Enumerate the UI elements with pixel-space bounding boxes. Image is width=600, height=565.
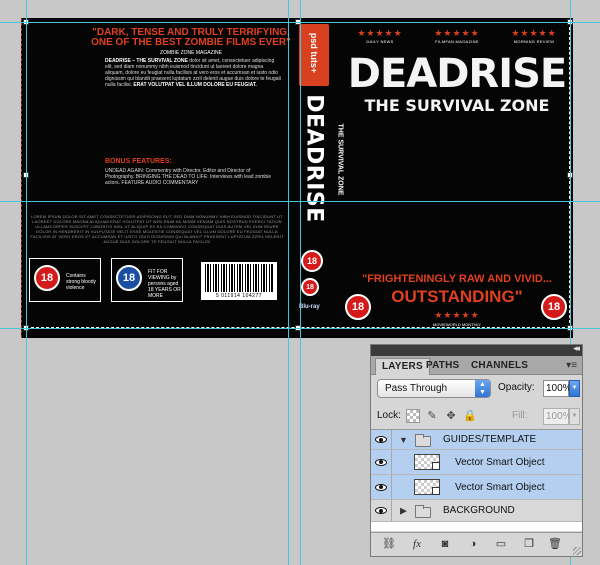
fx-icon[interactable]: fx (409, 537, 425, 551)
layers-list: ▼ GUIDES/TEMPLATE Vector Smart Object Ve… (371, 429, 582, 531)
adjustment-icon[interactable]: ◑ (465, 537, 481, 551)
guide-horizontal[interactable] (0, 201, 600, 202)
mask-icon[interactable]: ◙ (437, 537, 453, 551)
lock-move-icon[interactable]: ✥ (444, 409, 458, 423)
layer-name: Vector Smart Object (455, 457, 545, 468)
visibility-toggle[interactable] (371, 475, 392, 499)
panel-menu-icon[interactable]: ▾≡ (566, 360, 577, 371)
disclosure-open-icon[interactable]: ▼ (399, 435, 408, 445)
visibility-toggle[interactable] (371, 450, 392, 474)
blend-row: Pass Through ▲ ▼ Opacity: 100% ▼ (377, 379, 580, 399)
visibility-toggle[interactable] (371, 500, 392, 521)
fill-dropdown-icon[interactable]: ▼ (569, 408, 580, 425)
eye-icon (375, 458, 387, 466)
folder-icon (415, 434, 431, 447)
layer-vector-smart-object[interactable]: Vector Smart Object (371, 450, 582, 475)
select-arrows-icon: ▲ ▼ (475, 380, 490, 397)
layer-guides-template[interactable]: ▼ GUIDES/TEMPLATE (371, 430, 582, 450)
guide-vertical[interactable] (26, 0, 27, 565)
fill-label: Fill: (512, 410, 528, 421)
guide-horizontal[interactable] (0, 22, 600, 23)
transform-bounding-box[interactable] (26, 22, 570, 328)
blend-mode-select[interactable]: Pass Through ▲ ▼ (377, 379, 491, 398)
smart-object-icon (432, 462, 440, 470)
layer-thumbnail (414, 454, 440, 470)
eye-icon (375, 507, 387, 514)
visibility-toggle[interactable] (371, 430, 392, 449)
layer-vector-smart-object[interactable]: Vector Smart Object (371, 475, 582, 500)
eye-icon (375, 483, 387, 491)
new-layer-icon[interactable]: ❐ (521, 537, 537, 551)
layers-panel: ◂◂ LAYERS PATHS CHANNELS ▾≡ Pass Through… (370, 343, 583, 557)
panel-titlebar[interactable]: ◂◂ (371, 343, 582, 356)
lock-all-icon[interactable]: 🔒 (463, 409, 477, 423)
smart-object-icon (432, 487, 440, 495)
lock-brush-icon[interactable]: ✎ (425, 409, 439, 423)
lock-label: Lock: (377, 410, 401, 421)
trash-icon[interactable]: 🗑 (547, 537, 563, 551)
fold-line (21, 18, 22, 338)
tab-paths[interactable]: PATHS (420, 358, 465, 375)
disclosure-closed-icon[interactable]: ▶ (400, 505, 407, 516)
blend-mode-value: Pass Through (385, 383, 448, 394)
layer-background[interactable]: ▶ BACKGROUND (371, 500, 582, 522)
fill-input[interactable]: 100% (543, 408, 572, 425)
eye-icon (375, 436, 387, 443)
folder-icon (415, 505, 431, 518)
opacity-input[interactable]: 100% (543, 380, 572, 397)
layer-name: Vector Smart Object (455, 482, 545, 493)
layer-thumbnail (414, 479, 440, 495)
resize-grip[interactable] (573, 547, 581, 555)
opacity-label: Opacity: (498, 382, 535, 393)
guide-horizontal[interactable] (0, 328, 600, 329)
guide-vertical[interactable] (288, 0, 289, 565)
link-icon[interactable]: ⛓ (381, 537, 397, 551)
lock-row: Lock: ✎ ✥ 🔒 Fill: 100% ▼ (377, 408, 580, 426)
panel-tabs: LAYERS PATHS CHANNELS ▾≡ (371, 356, 582, 375)
new-group-icon[interactable]: ▭ (493, 537, 509, 551)
lock-transparent-icon[interactable] (406, 409, 420, 423)
panel-footer: ⛓ fx ◙ ◑ ▭ ❐ 🗑 (371, 532, 582, 556)
layer-name: GUIDES/TEMPLATE (443, 434, 537, 445)
layer-name: BACKGROUND (443, 505, 515, 516)
tab-channels[interactable]: CHANNELS (465, 358, 534, 375)
collapse-icon[interactable]: ◂◂ (573, 343, 580, 354)
guide-vertical[interactable] (300, 0, 301, 565)
opacity-dropdown-icon[interactable]: ▼ (569, 380, 580, 397)
